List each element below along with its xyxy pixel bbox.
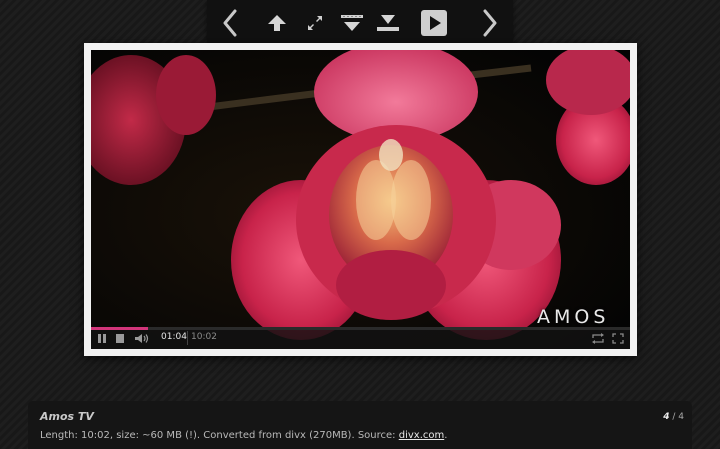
progress-fill bbox=[91, 327, 148, 330]
video-watermark: AMOS bbox=[537, 306, 610, 328]
caption-title: Amos TV bbox=[40, 410, 94, 423]
counter-separator: / bbox=[669, 412, 679, 422]
fullscreen-button[interactable] bbox=[612, 333, 624, 344]
pause-button[interactable] bbox=[97, 333, 107, 344]
collapse-panel-button[interactable] bbox=[373, 0, 403, 46]
video-frame-orchid bbox=[91, 50, 630, 349]
counter-total: 4 bbox=[678, 412, 684, 422]
volume-button[interactable] bbox=[134, 333, 150, 344]
time-divider bbox=[187, 331, 188, 345]
next-button[interactable] bbox=[475, 0, 505, 46]
image-counter: 4 / 4 bbox=[663, 412, 684, 422]
video-player[interactable]: AMOS 01:04 10:02 bbox=[91, 50, 630, 349]
caption-panel: Amos TV Length: 10:02, size: ~60 MB (!).… bbox=[28, 401, 692, 449]
collapse-down-icon bbox=[377, 15, 399, 31]
loop-icon bbox=[592, 333, 604, 344]
chevron-right-icon bbox=[483, 9, 497, 37]
caption-text: Length: 10:02, size: ~60 MB (!). Convert… bbox=[40, 430, 396, 441]
slideshow-play-button[interactable] bbox=[419, 0, 449, 46]
player-controls: 01:04 10:02 bbox=[91, 327, 630, 349]
volume-icon bbox=[135, 334, 149, 343]
loop-button[interactable] bbox=[591, 333, 605, 344]
gallery-toolbar bbox=[207, 0, 513, 46]
previous-button[interactable] bbox=[215, 0, 245, 46]
stop-button[interactable] bbox=[115, 333, 125, 344]
stop-icon bbox=[116, 334, 124, 343]
move-up-button[interactable] bbox=[263, 0, 291, 46]
caption-trailing: . bbox=[444, 430, 448, 441]
media-frame: AMOS 01:04 10:02 bbox=[84, 43, 637, 356]
fullscreen-arrows-icon bbox=[308, 16, 322, 30]
caption-description: Length: 10:02, size: ~60 MB (!). Convert… bbox=[40, 430, 447, 441]
fullscreen-icon bbox=[612, 333, 624, 344]
fullscreen-toggle-button[interactable] bbox=[301, 0, 329, 46]
expand-panel-button[interactable] bbox=[337, 0, 367, 46]
total-time: 10:02 bbox=[191, 332, 217, 342]
pause-icon bbox=[98, 334, 106, 343]
chevron-left-icon bbox=[223, 9, 237, 37]
arrow-up-icon bbox=[268, 15, 286, 31]
expand-down-icon bbox=[341, 15, 363, 31]
progress-bar[interactable] bbox=[91, 327, 630, 330]
play-icon bbox=[421, 10, 447, 36]
source-link[interactable]: divx.com bbox=[399, 430, 445, 441]
current-time: 01:04 bbox=[161, 332, 187, 342]
